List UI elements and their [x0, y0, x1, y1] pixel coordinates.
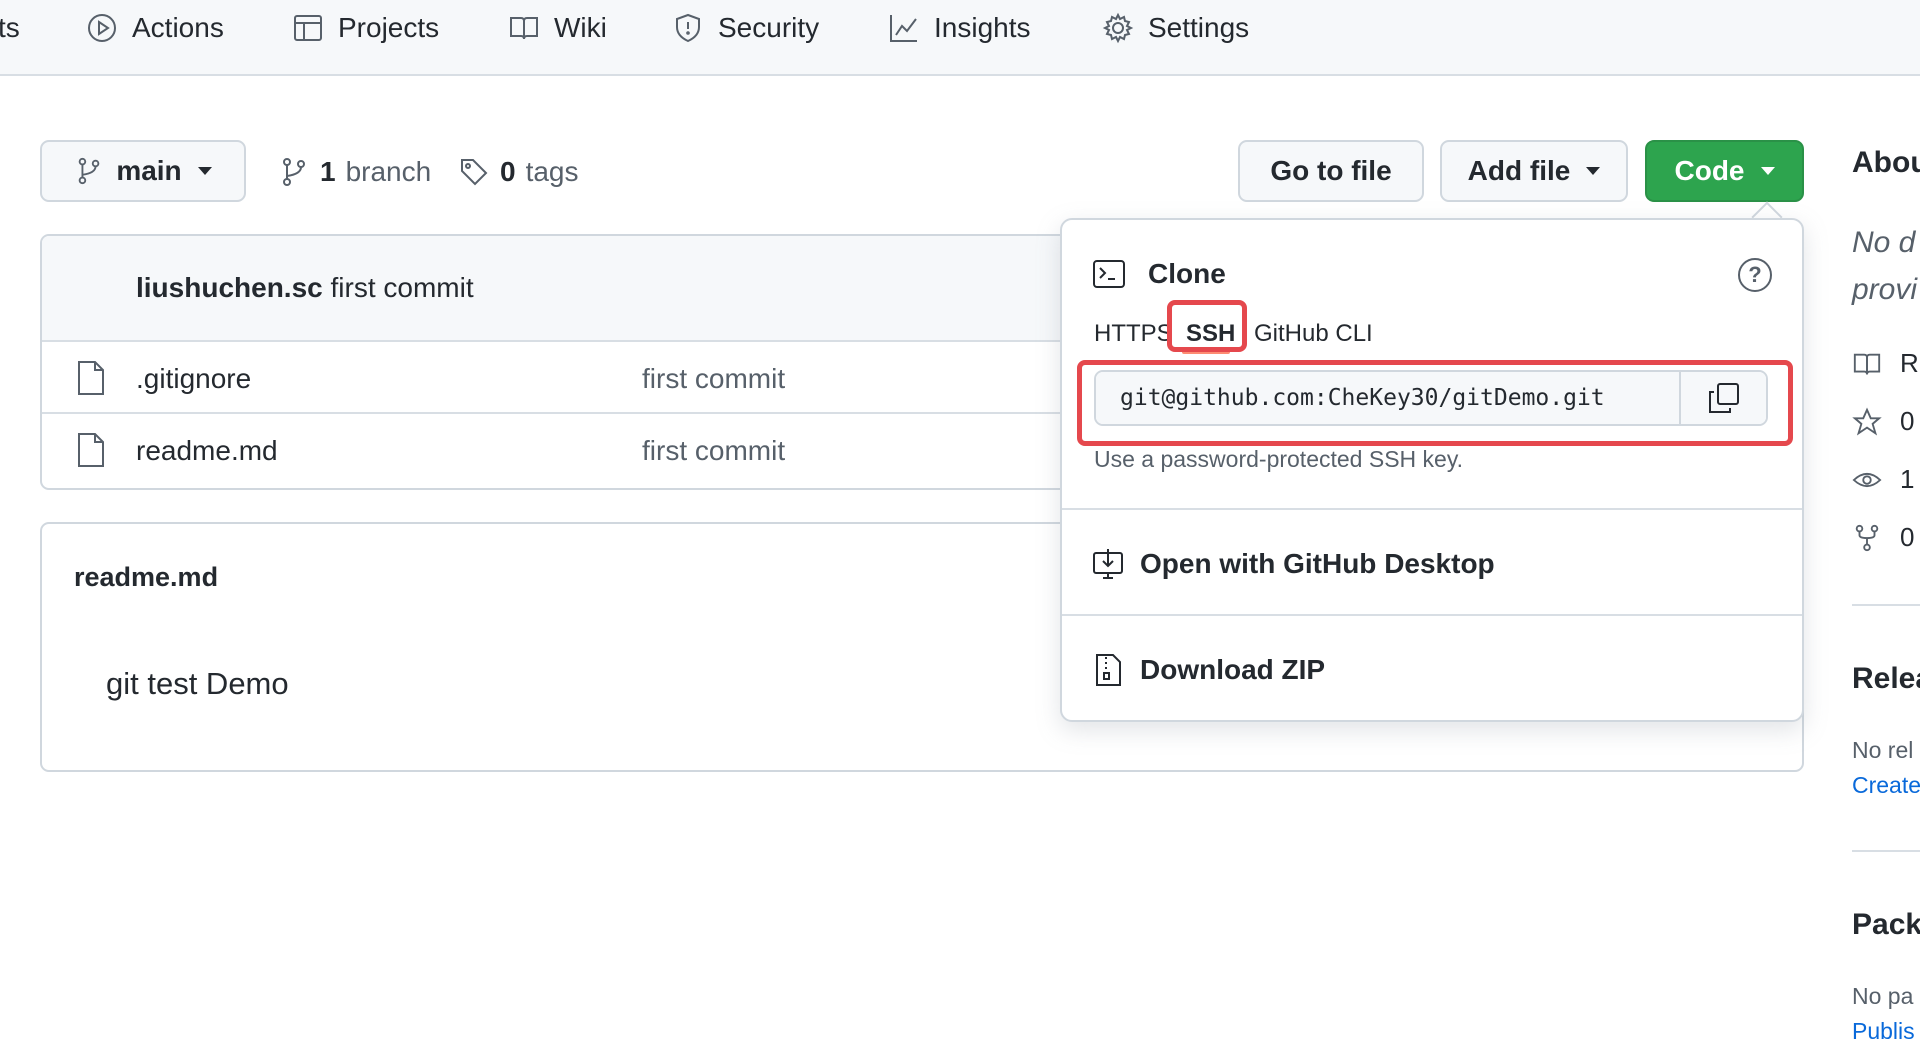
- tags-link[interactable]: 0 tags: [458, 150, 579, 194]
- tab-insights-label: Insights: [934, 12, 1031, 43]
- stars-link[interactable]: 0: [1852, 406, 1914, 437]
- tag-label: tags: [525, 156, 579, 187]
- chevron-down-icon: [1586, 167, 1601, 175]
- watchers-link[interactable]: 1: [1852, 464, 1914, 495]
- clone-dropdown: Clone ? HTTPS SSH GitHub CLI Use a passw…: [1060, 218, 1804, 722]
- add-file-label: Add file: [1467, 155, 1571, 186]
- clone-title: Clone: [1148, 258, 1226, 289]
- shield-icon: [676, 13, 700, 43]
- about-heading: Abou: [1852, 146, 1920, 179]
- about-description-cont: provi: [1852, 273, 1918, 306]
- file-name-link[interactable]: .gitignore: [136, 363, 251, 395]
- packages-heading[interactable]: Pack: [1852, 908, 1920, 942]
- tab-insights[interactable]: Insights: [888, 8, 1031, 48]
- tag-icon: [461, 159, 488, 186]
- eye-icon: [1852, 472, 1882, 487]
- divider: [1852, 850, 1920, 852]
- repo-nav: ts Actions Projects Wiki Security Insigh…: [0, 0, 1920, 76]
- tab-settings-label: Settings: [1148, 12, 1250, 43]
- branch-count: 1: [320, 156, 336, 187]
- add-file-button[interactable]: Add file: [1440, 140, 1628, 202]
- watchers-count: 1: [1900, 464, 1915, 494]
- tag-count: 0: [500, 156, 516, 187]
- commit-author[interactable]: liushuchen.sc: [136, 272, 323, 303]
- open-desktop-label: Open with GitHub Desktop: [1140, 548, 1495, 579]
- file-icon: [76, 432, 106, 468]
- book-icon: [510, 17, 538, 40]
- tab-github-cli[interactable]: GitHub CLI: [1254, 316, 1373, 352]
- tab-wiki-label: Wiki: [554, 12, 607, 43]
- git-branch-icon: [79, 157, 100, 185]
- active-tab-indicator: [1182, 350, 1230, 354]
- play-circle-icon: [88, 14, 116, 42]
- question-icon[interactable]: ?: [1738, 258, 1772, 292]
- file-zip-icon: [1096, 654, 1121, 686]
- about-description: No d: [1852, 226, 1916, 259]
- download-zip-button[interactable]: Download ZIP: [1092, 648, 1325, 692]
- create-release-link[interactable]: Create: [1852, 772, 1920, 799]
- tab-security-label: Security: [718, 12, 820, 43]
- readme-content: git test Demo: [106, 666, 289, 701]
- tab-partial-label: ts: [0, 12, 20, 43]
- branch-label: branch: [345, 156, 432, 187]
- readme-link-label: R: [1900, 348, 1919, 378]
- forks-count: 0: [1900, 522, 1915, 552]
- file-commit-message[interactable]: first commit: [642, 363, 785, 395]
- open-desktop-button[interactable]: Open with GitHub Desktop: [1092, 542, 1495, 586]
- chevron-down-icon: [1760, 167, 1775, 175]
- go-to-file-label: Go to file: [1270, 155, 1392, 186]
- tab-ssh[interactable]: SSH: [1186, 316, 1235, 352]
- desktop-download-icon: [1093, 549, 1123, 579]
- commit-message[interactable]: first commit: [331, 272, 474, 303]
- publish-package-link[interactable]: Publis: [1852, 1018, 1915, 1045]
- readme-title[interactable]: readme.md: [74, 562, 218, 593]
- forks-link[interactable]: 0: [1852, 522, 1914, 553]
- divider: [1062, 614, 1802, 616]
- tab-partial[interactable]: ts: [0, 8, 20, 48]
- terminal-icon: [1093, 260, 1125, 288]
- about-sidebar: Abou No d provi R 0 1 0 Relea No rel Cre…: [1850, 0, 1920, 1057]
- divider: [1062, 508, 1802, 510]
- download-zip-label: Download ZIP: [1140, 654, 1326, 685]
- branch-select-button[interactable]: main: [40, 140, 246, 202]
- no-packages-text: No pa: [1852, 983, 1914, 1009]
- book-icon: [1853, 353, 1881, 374]
- graph-icon: [890, 15, 917, 42]
- no-releases-text: No rel: [1852, 737, 1914, 763]
- file-icon: [76, 360, 106, 396]
- table-icon: [294, 15, 322, 41]
- clone-header: Clone: [1092, 258, 1226, 290]
- stars-count: 0: [1900, 406, 1915, 436]
- tab-projects-label: Projects: [338, 12, 440, 43]
- code-label: Code: [1674, 155, 1745, 186]
- latest-commit: liushuchen.sc first commit: [136, 272, 474, 304]
- branch-name: main: [116, 155, 182, 186]
- tab-projects[interactable]: Projects: [292, 8, 439, 48]
- tab-actions-label: Actions: [132, 12, 224, 43]
- file-name-link[interactable]: readme.md: [136, 435, 278, 467]
- ssh-hint-text: Use a password-protected SSH key.: [1094, 446, 1464, 472]
- releases-heading[interactable]: Relea: [1852, 662, 1920, 696]
- clone-url-group: [1094, 370, 1768, 426]
- divider: [1852, 604, 1920, 606]
- copy-button[interactable]: [1679, 372, 1766, 424]
- star-icon: [1852, 407, 1882, 435]
- git-branch-icon: [283, 158, 305, 186]
- chevron-down-icon: [197, 167, 212, 175]
- branches-link[interactable]: 1 branch: [278, 150, 431, 194]
- file-commit-message[interactable]: first commit: [642, 435, 785, 467]
- gear-icon: [1102, 12, 1134, 44]
- tab-wiki[interactable]: Wiki: [508, 8, 607, 48]
- code-button[interactable]: Code: [1645, 140, 1804, 202]
- tab-settings[interactable]: Settings: [1102, 8, 1249, 48]
- clone-url-input[interactable]: [1096, 372, 1683, 424]
- fork-icon: [1855, 524, 1879, 551]
- go-to-file-button[interactable]: Go to file: [1238, 140, 1424, 202]
- tab-https[interactable]: HTTPS: [1094, 316, 1173, 352]
- readme-link[interactable]: R: [1852, 348, 1919, 379]
- tab-actions[interactable]: Actions: [86, 8, 224, 48]
- copy-icon: [1708, 383, 1739, 413]
- tab-security[interactable]: Security: [672, 8, 819, 48]
